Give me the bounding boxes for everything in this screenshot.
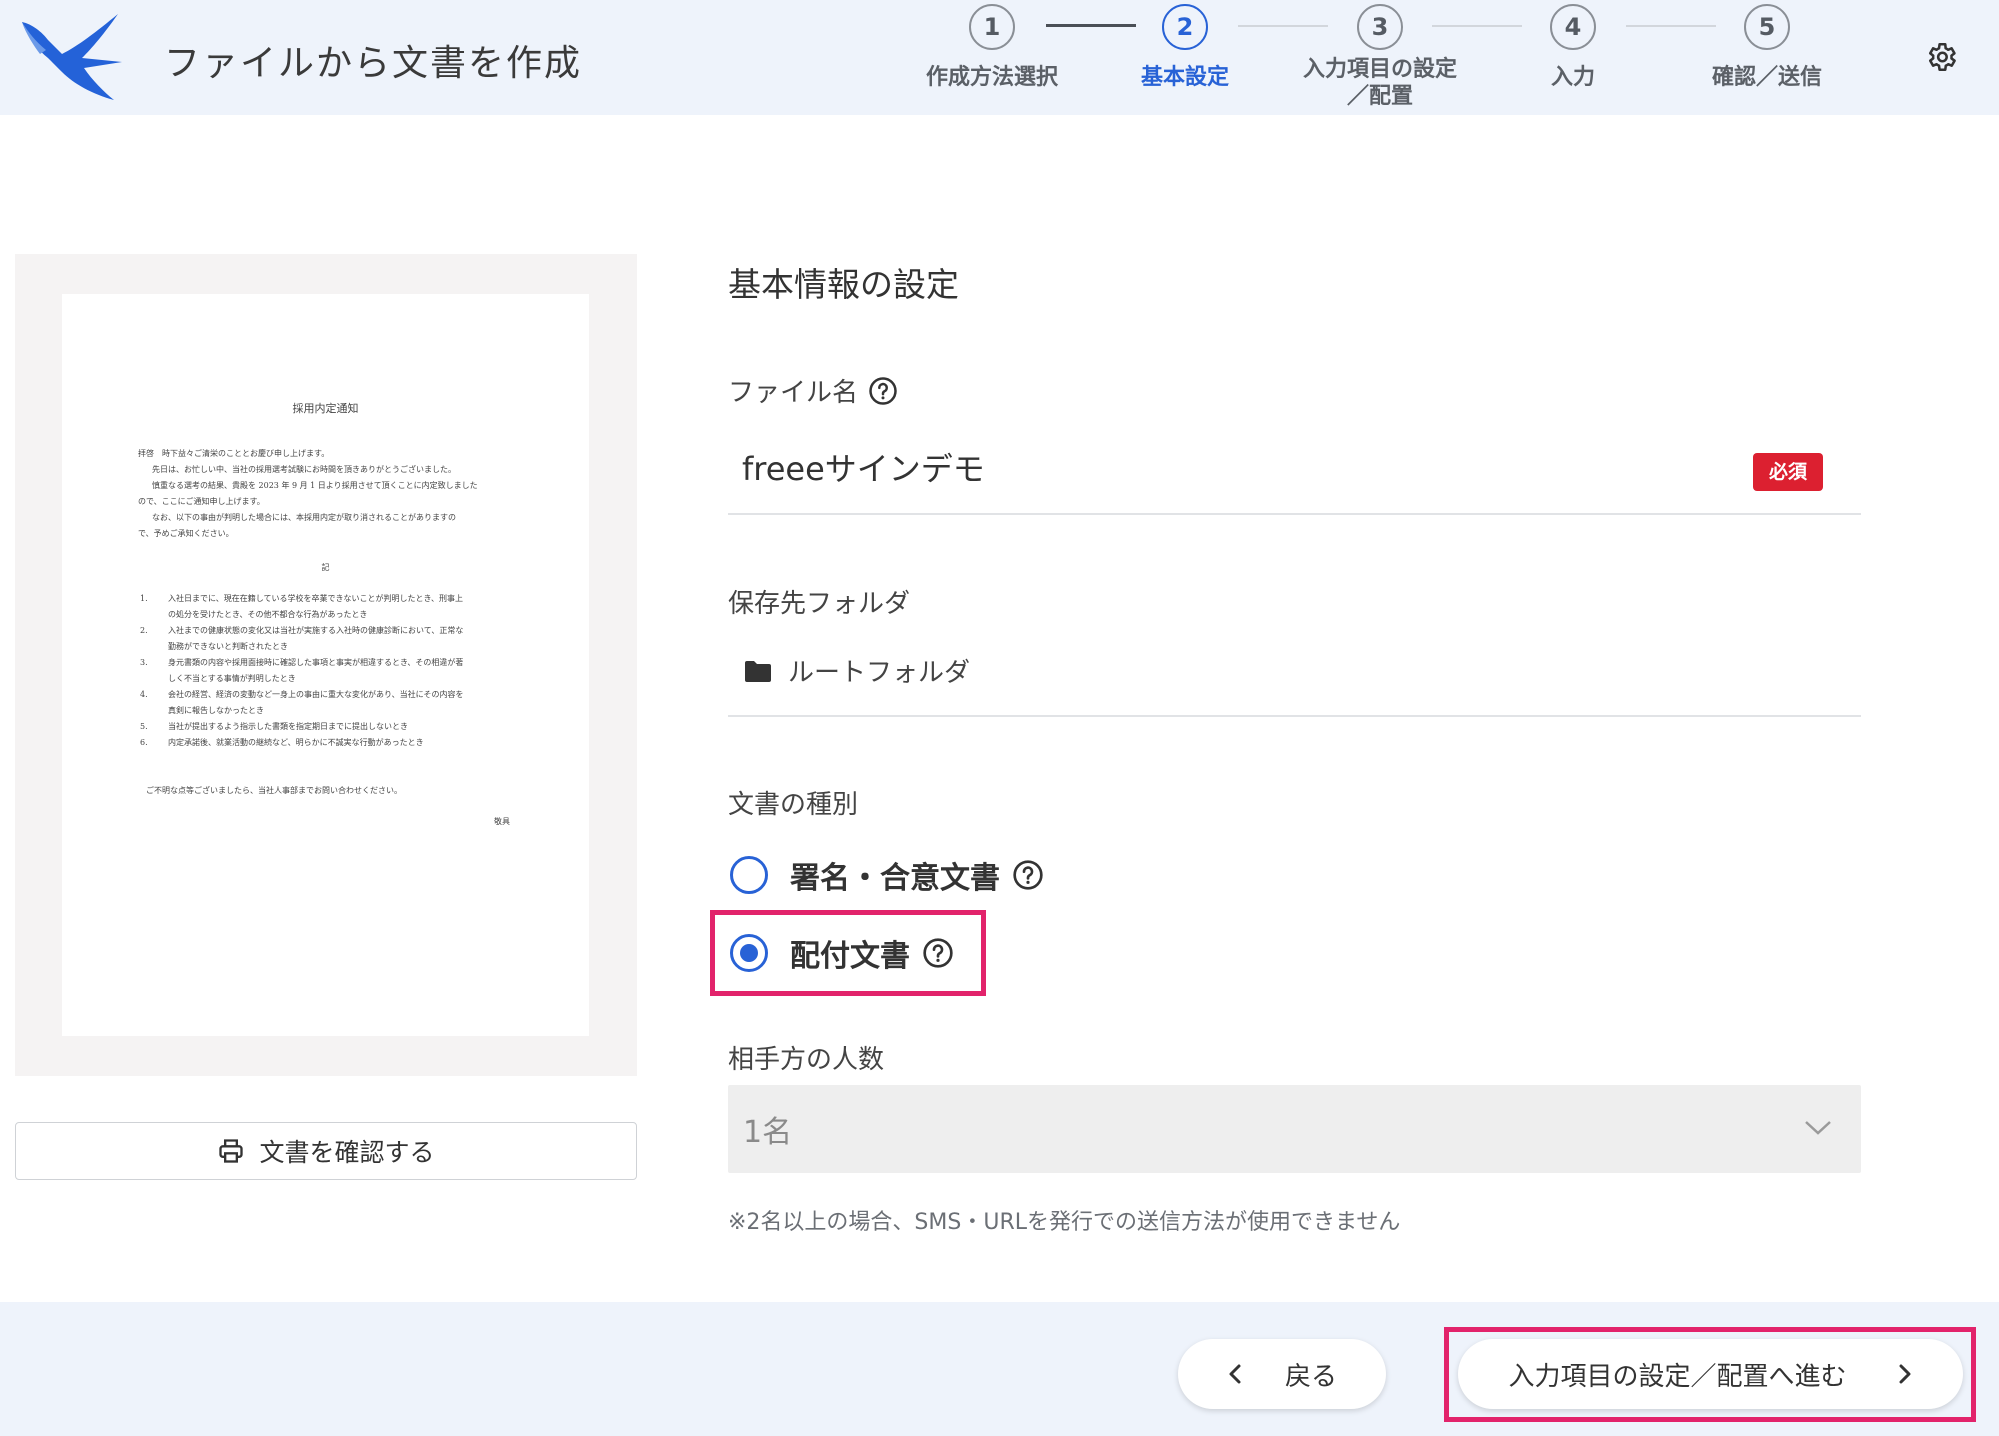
field-divider	[728, 715, 1861, 717]
highlight-annotation	[1444, 1327, 1976, 1422]
document-center-mark: 記	[321, 563, 330, 572]
printer-icon	[219, 1139, 244, 1163]
step-label: 入力	[1550, 65, 1595, 90]
step-5: 5 確認／送信	[1677, 4, 1857, 91]
document-item-line: しく不当とする事情が判明したとき	[168, 674, 296, 683]
step-number: 5	[1744, 4, 1790, 50]
document-text-line: 先日は、お忙しい中、当社の採用選考試験にお時間を頂きありがとうございました。	[152, 465, 456, 474]
document-item-number: 6.	[140, 738, 148, 747]
radio-label: 署名・合意文書	[790, 861, 1000, 896]
help-icon[interactable]	[1012, 859, 1044, 891]
document-item-line: 会社の経営、経済の変動など一身上の事由に重大な変化があり、当社にその内容を	[168, 690, 464, 699]
document-item-line: 入社までの健康状態の変化又は当社が実施する入社時の健康診断において、正常な	[168, 626, 464, 635]
gear-icon[interactable]	[1924, 40, 1958, 74]
required-badge: 必須	[1753, 453, 1823, 491]
document-item-number: 3.	[140, 658, 148, 667]
field-divider	[728, 513, 1861, 515]
step-label: 作成方法選択	[925, 65, 1058, 90]
document-item-line: 勤務ができないと判断されたとき	[168, 642, 288, 651]
confirm-document-label: 文書を確認する	[259, 1138, 435, 1167]
radio-button[interactable]	[730, 856, 768, 894]
select-value: 1名	[743, 1115, 793, 1150]
step-number: 1	[969, 4, 1015, 50]
folder-selector[interactable]: ルートフォルダ	[744, 652, 970, 689]
section-title: 基本情報の設定	[728, 265, 959, 304]
step-number: 3	[1357, 4, 1403, 50]
chevron-left-icon	[1229, 1364, 1241, 1384]
document-item-number: 1.	[140, 594, 148, 603]
counterparty-note: ※2名以上の場合、SMS・URLを発行での送信方法が使用できません	[728, 1210, 1401, 1235]
document-text-line: で、予めご承知ください。	[138, 529, 234, 538]
document-page: 採用内定通知 拝啓 時下益々ご清栄のこととお慶び申し上げます。 先日は、お忙しい…	[62, 294, 589, 1036]
filename-label: ファイル名	[728, 372, 898, 409]
folder-label: 保存先フォルダ	[728, 589, 911, 619]
app-header: ファイルから文書を作成 1 作成方法選択 2 基本設定 3 入力項目の設定 ／配…	[0, 0, 1999, 115]
document-title: 採用内定通知	[292, 402, 359, 415]
footer-bar: 戻る 入力項目の設定／配置へ進む	[0, 1302, 1999, 1436]
document-item-line: 入社日までに、現在在籍している学校を卒業できないことが判明したとき、刑事上	[168, 594, 463, 603]
folder-icon	[745, 660, 771, 682]
document-text-line: 拝啓 時下益々ご清栄のこととお慶び申し上げます。	[138, 449, 330, 458]
step-2: 2 基本設定	[1095, 4, 1275, 91]
chevron-down-icon	[1805, 1121, 1831, 1135]
document-preview: 採用内定通知 拝啓 時下益々ご清栄のこととお慶び申し上げます。 先日は、お忙しい…	[15, 254, 637, 1076]
document-item-line: 当社が提出するよう指示した書類を指定期日までに提出しないとき	[168, 722, 408, 731]
document-text-line: 慎重なる選考の結果、貴殿を 2023 年 9 月 1 日より採用させて頂くことに…	[152, 481, 478, 490]
doc-type-label: 文書の種別	[728, 790, 859, 820]
document-item-line: 身元書類の内容や採用面接時に確認した事項と事実が相違するとき、その相違が著	[168, 658, 464, 667]
step-1: 1 作成方法選択	[902, 4, 1082, 91]
folder-value: ルートフォルダ	[788, 658, 971, 688]
counterparty-count-select[interactable]: 1名	[728, 1085, 1861, 1173]
document-item-number: 4.	[140, 690, 148, 699]
document-text-line: ので、ここにご通知申し上げます。	[138, 497, 265, 506]
step-3: 3 入力項目の設定 ／配置	[1290, 4, 1470, 110]
help-icon[interactable]	[868, 376, 898, 406]
filename-input[interactable]	[742, 448, 1722, 486]
counterparty-label: 相手方の人数	[728, 1045, 885, 1075]
document-item-line: 内定承諾後、就業活動の継続など、明らかに不誠実な行動があったとき	[168, 738, 424, 747]
step-4: 4 入力	[1483, 4, 1663, 91]
document-item-number: 5.	[140, 722, 148, 731]
progress-stepper: 1 作成方法選択 2 基本設定 3 入力項目の設定 ／配置 4 入力 5 確認／…	[0, 0, 1999, 115]
document-closing: ご不明な点等ございましたら、当社人事部までお問い合わせください。	[146, 786, 402, 795]
document-text-line: なお、以下の事由が判明した場合には、本採用内定が取り消されることがありますの	[152, 513, 456, 522]
step-number: 4	[1550, 4, 1596, 50]
highlight-annotation	[710, 910, 986, 996]
document-item-number: 2.	[140, 626, 148, 635]
radio-signature-document[interactable]: 署名・合意文書	[730, 853, 1044, 897]
document-signature: 敬具	[494, 817, 510, 826]
document-item-line: の処分を受けたとき、その他不都合な行為があったとき	[168, 610, 368, 619]
step-label: 入力項目の設定 ／配置	[1302, 57, 1457, 109]
step-label: 基本設定	[1140, 65, 1229, 90]
back-button-label: 戻る	[1284, 1361, 1337, 1392]
document-item-line: 真剣に報告しなかったとき	[168, 706, 264, 715]
step-number: 2	[1162, 4, 1208, 50]
back-button[interactable]: 戻る	[1178, 1339, 1386, 1409]
confirm-document-button[interactable]: 文書を確認する	[15, 1122, 637, 1180]
step-label: 確認／送信	[1711, 65, 1822, 90]
